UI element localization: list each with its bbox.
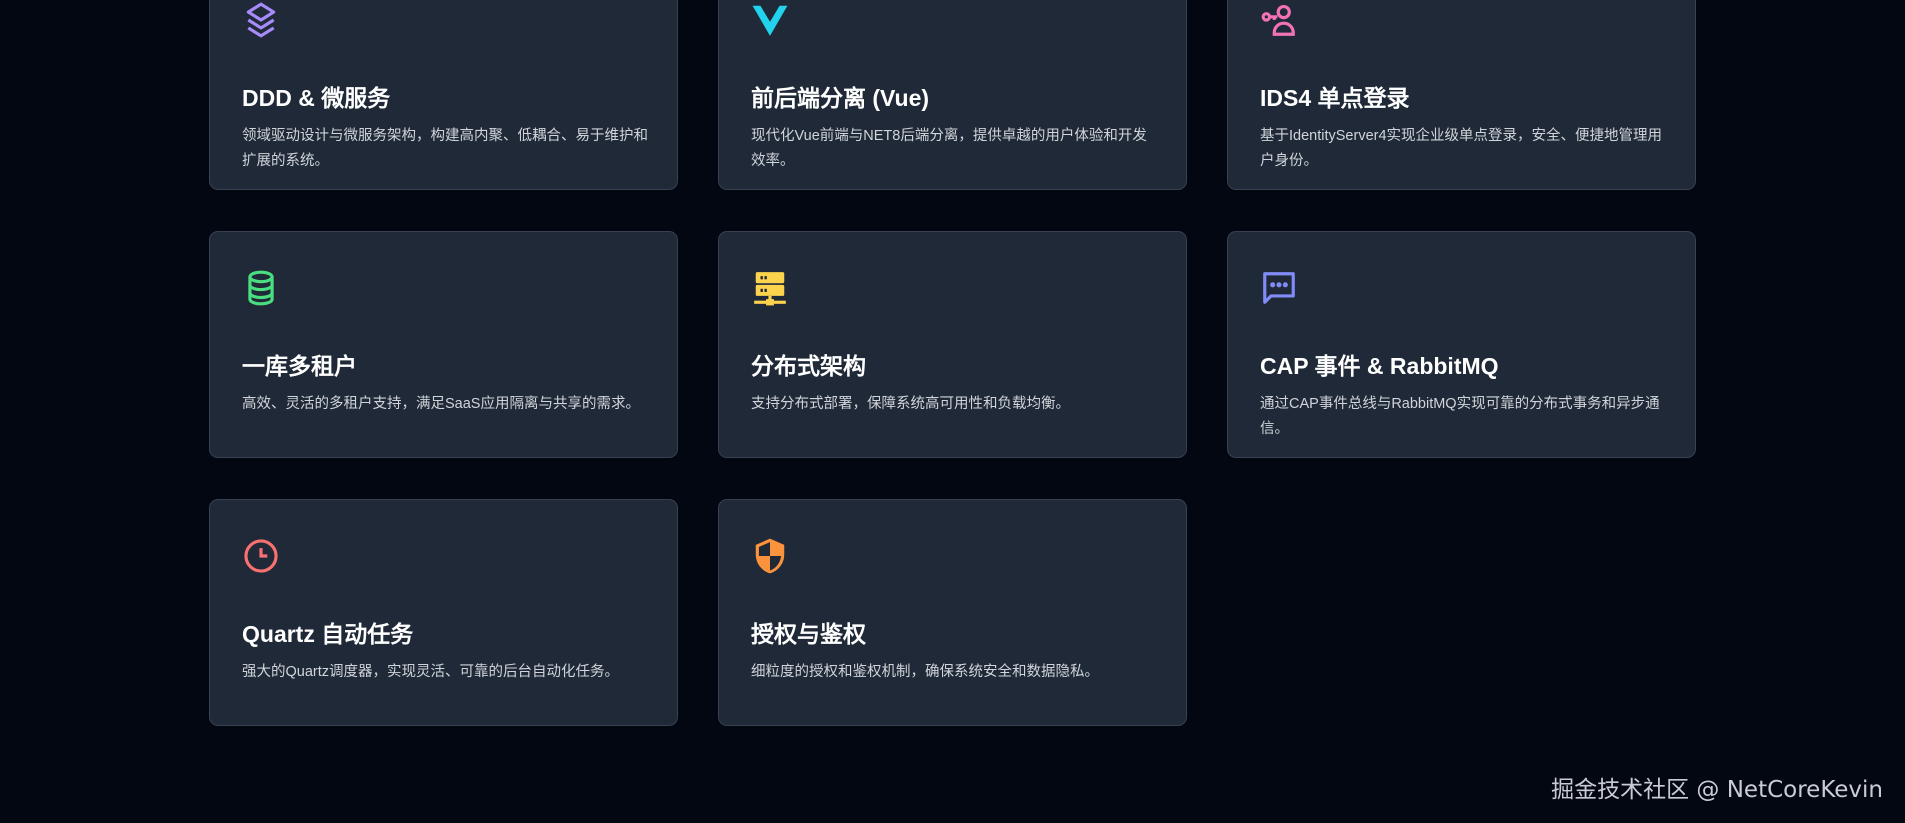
vue-logo-icon (752, 5, 788, 36)
feature-title: Quartz 自动任务 (242, 621, 414, 647)
clock-icon (244, 539, 278, 573)
feature-card-ids4: IDS4 单点登录 基于IdentityServer4实现企业级单点登录，安全、… (1227, 0, 1696, 190)
feature-card-distributed: 分布式架构 支持分布式部署，保障系统高可用性和负载均衡。 (718, 231, 1187, 458)
feature-description: 细粒度的授权和鉴权机制，确保系统安全和数据隐私。 (751, 664, 1099, 680)
feature-description: 支持分布式部署，保障系统高可用性和负载均衡。 (751, 396, 1070, 412)
feature-title: 一库多租户 (242, 353, 357, 379)
feature-card-auth: 授权与鉴权 细粒度的授权和鉴权机制，确保系统安全和数据隐私。 (718, 499, 1187, 726)
layers-icon (246, 2, 276, 38)
feature-title: IDS4 单点登录 (1260, 85, 1410, 111)
user-key-icon (1261, 4, 1295, 36)
shield-icon (755, 538, 785, 574)
feature-card-cap: CAP 事件 & RabbitMQ 通过CAP事件总线与RabbitMQ实现可靠… (1227, 231, 1696, 458)
feature-description: 基于IdentityServer4实现企业级单点登录，安全、便捷地管理用户身份。 (1260, 128, 1663, 169)
feature-title: CAP 事件 & RabbitMQ (1260, 353, 1499, 379)
watermark: 掘金技术社区 @ NetCoreKevin (1551, 777, 1883, 803)
feature-description: 通过CAP事件总线与RabbitMQ实现可靠的分布式事务和异步通信。 (1260, 396, 1660, 437)
feature-title: 前后端分离 (Vue) (751, 85, 930, 111)
feature-card-ddd: DDD & 微服务 领域驱动设计与微服务架构，构建高内聚、低耦合、易于维护和扩展… (209, 0, 678, 190)
feature-description: 强大的Quartz调度器，实现灵活、可靠的后台自动化任务。 (242, 664, 620, 680)
feature-title: DDD & 微服务 (242, 85, 391, 111)
feature-card-tenant: 一库多租户 高效、灵活的多租户支持，满足SaaS应用隔离与共享的需求。 (209, 231, 678, 458)
feature-card-quartz: Quartz 自动任务 强大的Quartz调度器，实现灵活、可靠的后台自动化任务… (209, 499, 678, 726)
database-icon (248, 270, 274, 306)
features-grid: DDD & 微服务 领域驱动设计与微服务架构，构建高内聚、低耦合、易于维护和扩展… (209, 0, 1696, 726)
feature-title: 授权与鉴权 (751, 621, 866, 647)
chat-bubble-icon (1263, 272, 1295, 304)
feature-description: 高效、灵活的多租户支持，满足SaaS应用隔离与共享的需求。 (242, 396, 640, 412)
server-network-icon (754, 272, 786, 306)
feature-card-vue: 前后端分离 (Vue) 现代化Vue前端与NET8后端分离，提供卓越的用户体验和… (718, 0, 1187, 190)
feature-description: 领域驱动设计与微服务架构，构建高内聚、低耦合、易于维护和扩展的系统。 (242, 128, 648, 169)
feature-description: 现代化Vue前端与NET8后端分离，提供卓越的用户体验和开发效率。 (751, 128, 1147, 169)
feature-title: 分布式架构 (751, 353, 866, 379)
